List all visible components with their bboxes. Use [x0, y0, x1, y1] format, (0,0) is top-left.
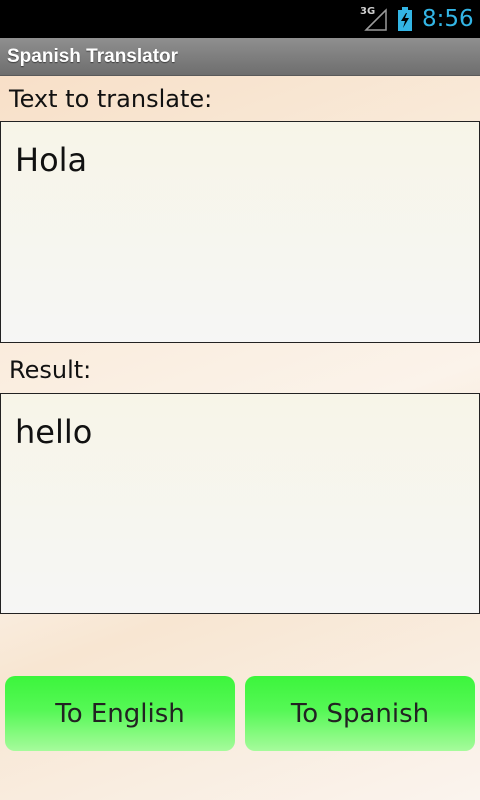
signal-icon — [364, 8, 387, 31]
battery-charging-icon — [398, 7, 412, 31]
action-bar: Spanish Translator — [0, 38, 480, 76]
network-status: 3G — [360, 6, 388, 32]
input-label: Text to translate: — [9, 85, 213, 113]
text-to-translate-input[interactable]: Hola — [0, 121, 480, 343]
status-time: 8:56 — [422, 6, 474, 32]
result-label: Result: — [9, 356, 92, 384]
to-english-button[interactable]: To English — [5, 676, 235, 751]
app-title: Spanish Translator — [7, 46, 179, 67]
status-bar: 3G 8:56 — [0, 0, 480, 38]
result-output[interactable]: hello — [0, 393, 480, 614]
to-spanish-button[interactable]: To Spanish — [245, 676, 475, 751]
